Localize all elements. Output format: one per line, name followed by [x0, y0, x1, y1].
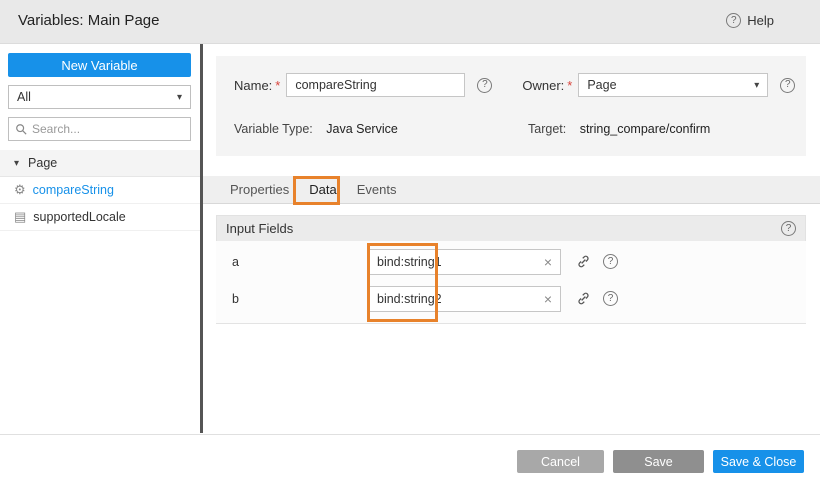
field-label: a: [216, 255, 368, 269]
name-input[interactable]: [286, 73, 465, 97]
search-input[interactable]: [32, 122, 177, 136]
tree-expander-icon[interactable]: ▾: [14, 158, 19, 169]
page-title: Variables: Main Page: [18, 12, 159, 29]
input-fields-help-icon[interactable]: ?: [781, 221, 796, 236]
tree-group-label: Page: [28, 156, 57, 170]
variable-filter-value: All: [17, 90, 31, 104]
cancel-button[interactable]: Cancel: [517, 450, 604, 473]
field-a-input[interactable]: [369, 255, 536, 269]
field-row-b: b × ?: [216, 280, 806, 317]
variable-type-label: Variable Type:: [234, 122, 313, 136]
tree-item-label: supportedLocale: [33, 210, 125, 224]
owner-label: Owner:: [522, 78, 564, 93]
owner-help-icon[interactable]: ?: [780, 78, 795, 93]
tab-bar: Properties Data Events: [203, 176, 820, 204]
clear-icon[interactable]: ×: [536, 254, 560, 270]
required-asterisk: *: [567, 78, 572, 93]
header: Variables: Main Page ? Help: [0, 0, 820, 44]
tree-item-supportedlocale[interactable]: ▤ supportedLocale: [0, 204, 200, 231]
document-icon: ▤: [14, 209, 26, 225]
field-help-icon[interactable]: ?: [603, 291, 618, 306]
name-label: Name:: [234, 78, 272, 93]
save-button[interactable]: Save: [613, 450, 704, 473]
owner-select[interactable]: Page ▾: [578, 73, 768, 97]
input-fields-title: Input Fields: [226, 221, 293, 236]
main-panel: Name: * ? Owner: * Page ▾ ? Variable Typ…: [203, 44, 820, 434]
footer: Cancel Save Save & Close: [0, 434, 820, 490]
tab-properties[interactable]: Properties: [220, 176, 299, 203]
new-variable-button[interactable]: New Variable: [8, 53, 191, 77]
caret-down-icon: ▾: [754, 80, 759, 91]
search-icon: [15, 123, 27, 135]
bind-link-icon[interactable]: [574, 290, 592, 308]
input-fields-panel: Input Fields ? a × ?: [216, 215, 806, 324]
clear-icon[interactable]: ×: [536, 291, 560, 307]
tab-data[interactable]: Data: [299, 176, 346, 203]
help-label[interactable]: Help: [747, 13, 774, 28]
required-asterisk: *: [275, 78, 280, 93]
tab-events[interactable]: Events: [347, 176, 407, 203]
field-input-box: ×: [368, 249, 561, 275]
gear-icon: ⚙: [14, 182, 26, 198]
variable-type-value: Java Service: [326, 122, 398, 136]
sidebar: New Variable All ▾ ▾ Page ⚙ compareStrin…: [0, 44, 200, 434]
target-value: string_compare/confirm: [580, 122, 711, 136]
field-help-icon[interactable]: ?: [603, 254, 618, 269]
name-help-icon[interactable]: ?: [477, 78, 492, 93]
help-icon[interactable]: ?: [726, 13, 741, 28]
target-label: Target:: [528, 122, 566, 136]
search-box[interactable]: [8, 117, 191, 141]
tree-item-label: compareString: [33, 183, 114, 197]
field-input-box: ×: [368, 286, 561, 312]
field-label: b: [216, 292, 368, 306]
owner-value: Page: [587, 78, 616, 92]
field-row-a: a × ?: [216, 243, 806, 280]
tree-group-page[interactable]: ▾ Page: [0, 150, 200, 177]
tree-item-comparestring[interactable]: ⚙ compareString: [0, 177, 200, 204]
field-b-input[interactable]: [369, 292, 536, 306]
save-and-close-button[interactable]: Save & Close: [713, 450, 804, 473]
caret-down-icon: ▾: [177, 92, 182, 103]
help-button[interactable]: ? Help: [726, 13, 774, 28]
variable-filter-select[interactable]: All ▾: [8, 85, 191, 109]
bind-link-icon[interactable]: [574, 253, 592, 271]
variable-summary-card: Name: * ? Owner: * Page ▾ ? Variable Typ…: [216, 56, 806, 156]
